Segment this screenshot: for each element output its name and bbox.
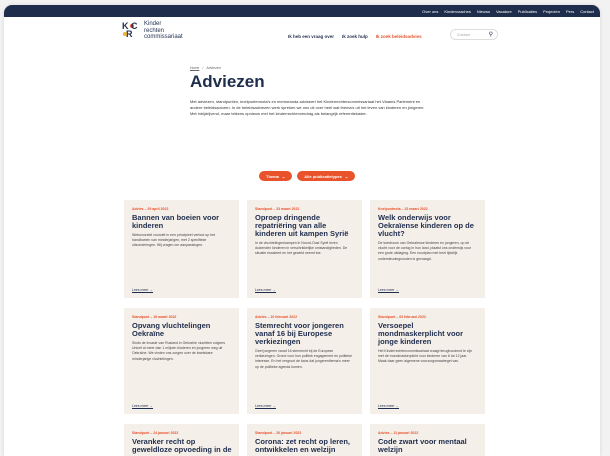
filter-bar: Thema ⌄ Alle publicatietypes ⌄: [259, 171, 356, 181]
breadcrumb-current: Adviezen: [206, 66, 221, 70]
advice-card[interactable]: Advies – 29 april 2022 Bannen van boeien…: [124, 200, 239, 298]
card-description: Sinds de invasie van Rusland in Oekraïne…: [132, 341, 225, 361]
read-more-link[interactable]: Lees meer →: [132, 288, 153, 292]
advice-card[interactable]: Advies – 11 januari 2022 Code zwart voor…: [370, 424, 485, 456]
advice-card[interactable]: Standpunt – 16 maart 2022 Opvang vluchte…: [124, 308, 239, 414]
card-title[interactable]: Bannen van boeien voor kinderen: [132, 214, 232, 230]
advice-card[interactable]: Standpunt – 23 maart 2022 Oproep dringen…: [247, 200, 362, 298]
topnav-item[interactable]: Projecten: [543, 9, 560, 14]
card-meta: Advies – 11 januari 2022: [378, 431, 419, 435]
read-more-link[interactable]: Lees meer →: [255, 404, 276, 408]
card-meta: Advies – 29 april 2022: [132, 207, 169, 211]
card-title[interactable]: Corona: zet recht op leren, ontwikkelen …: [255, 438, 355, 454]
card-title[interactable]: Code zwart voor mentaal welzijn: [378, 438, 478, 454]
advice-card[interactable]: Standpunt – 24 januari 2022 Veranker rec…: [124, 424, 239, 456]
breadcrumb-separator: /: [202, 66, 204, 70]
advice-card[interactable]: Knelpuntnota – 22 maart 2022 Welk onderw…: [370, 200, 485, 298]
topnav-item[interactable]: Nieuws: [477, 9, 490, 14]
site-logo[interactable]: K C R Kinder rechten commissariaat: [122, 21, 183, 41]
card-title[interactable]: Welk onderwijs voor Oekraïense kinderen …: [378, 214, 478, 238]
nav-item-help[interactable]: Ik zoek hulp: [342, 34, 368, 39]
page-title: Adviezen: [190, 72, 265, 91]
filter-type-button[interactable]: Alle publicatietypes ⌄: [297, 171, 356, 181]
topnav-item[interactable]: Pers: [566, 9, 574, 14]
card-description: Geef jongeren vanaf 16 stemrecht bij de …: [255, 349, 352, 369]
topnav-item[interactable]: Over ons: [422, 9, 438, 14]
logo-text: Kinder rechten commissariaat: [144, 21, 183, 40]
topnav-item[interactable]: Kindercoaches: [444, 9, 470, 14]
nav-item-policy-advice[interactable]: Ik zoek beleidsadvies: [376, 34, 422, 39]
card-title[interactable]: Stemrecht voor jongeren vanaf 16 bij Eur…: [255, 322, 355, 346]
breadcrumb: Home / Adviezen: [190, 66, 221, 70]
search-placeholder: Zoeken: [457, 32, 471, 37]
page-intro: Met adviezen, standpunten, knelpuntennot…: [190, 99, 425, 116]
card-title[interactable]: Opvang vluchtelingen Oekraïne: [132, 322, 232, 338]
search-input[interactable]: Zoeken ⚲: [450, 29, 498, 40]
card-meta: Standpunt – 24 januari 2022: [132, 431, 179, 435]
topnav-item[interactable]: Contact: [580, 9, 594, 14]
chevron-down-icon: ⌄: [344, 173, 349, 179]
read-more-link[interactable]: Lees meer →: [132, 404, 153, 408]
main-nav: Ik heb een vraag over Ik zoek hulp Ik zo…: [288, 34, 422, 39]
card-description: Het Kinderrechtencommissariaat vraagt te…: [378, 349, 473, 364]
card-description: Wetsvoorstel voorziet in een principieel…: [132, 233, 216, 248]
read-more-link[interactable]: Lees meer →: [378, 288, 399, 292]
browser-frame: Over ons Kindercoaches Nieuws Vacature P…: [4, 5, 600, 456]
advice-card[interactable]: Advies – 10 februari 2022 Stemrecht voor…: [247, 308, 362, 414]
top-nav: Over ons Kindercoaches Nieuws Vacature P…: [422, 5, 594, 17]
chevron-down-icon: ⌄: [281, 173, 286, 179]
card-meta: Standpunt – 23 maart 2022: [255, 207, 300, 211]
card-meta: Standpunt – 03 februari 2022: [378, 315, 426, 319]
card-meta: Standpunt – 16 maart 2022: [132, 315, 177, 319]
topnav-item[interactable]: Publicaties: [518, 9, 537, 14]
breadcrumb-home[interactable]: Home: [190, 66, 199, 70]
logo-mark-icon: K C R: [122, 21, 138, 39]
top-bar: Over ons Kindercoaches Nieuws Vacature P…: [4, 5, 600, 17]
card-meta: Advies – 10 februari 2022: [255, 315, 298, 319]
filter-theme-button[interactable]: Thema ⌄: [259, 171, 293, 181]
card-meta: Standpunt – 20 januari 2022: [255, 431, 302, 435]
read-more-link[interactable]: Lees meer →: [378, 404, 399, 408]
topnav-item[interactable]: Vacature: [496, 9, 512, 14]
card-title[interactable]: Versoepel mondmaskerplicht voor jonge ki…: [378, 322, 478, 346]
nav-item-question[interactable]: Ik heb een vraag over: [288, 34, 334, 39]
advice-card[interactable]: Standpunt – 20 januari 2022 Corona: zet …: [247, 424, 362, 456]
card-description: In de vluchtelingenkampen in Noord-Oost …: [255, 241, 348, 256]
card-title[interactable]: Oproep dringende repatriëring van alle k…: [255, 214, 355, 238]
card-description: De toestroom van Oekraïense kinderen en …: [378, 241, 471, 261]
card-title[interactable]: Veranker recht op geweldloze opvoeding i…: [132, 438, 232, 454]
advice-card[interactable]: Standpunt – 03 februari 2022 Versoepel m…: [370, 308, 485, 414]
search-icon[interactable]: ⚲: [489, 31, 493, 38]
card-meta: Knelpuntnota – 22 maart 2022: [378, 207, 428, 211]
read-more-link[interactable]: Lees meer →: [255, 288, 276, 292]
